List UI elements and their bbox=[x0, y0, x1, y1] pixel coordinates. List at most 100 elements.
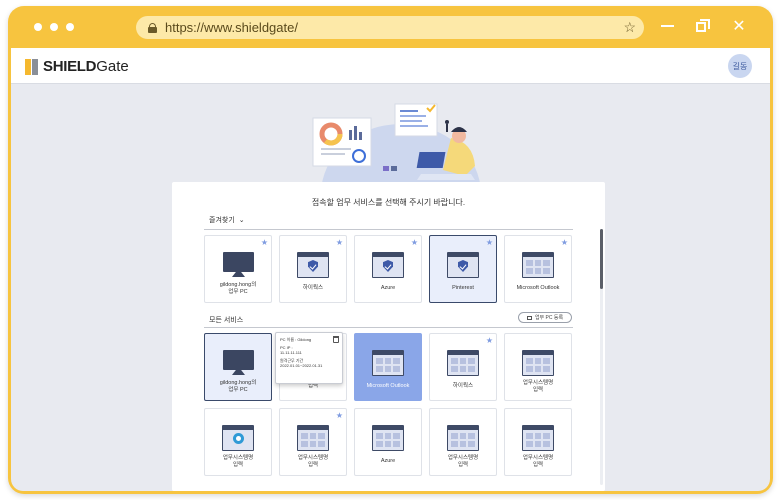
address-bar[interactable]: https://www.shieldgate/ ☆ bbox=[136, 16, 644, 39]
minimize-icon[interactable] bbox=[659, 18, 675, 34]
window-controls: ✕ bbox=[659, 18, 747, 35]
grid-icon bbox=[376, 358, 400, 372]
favorite-star-icon[interactable]: ★ bbox=[411, 238, 418, 247]
window-dot-icon[interactable] bbox=[50, 23, 58, 31]
all-services-label: 모든 서비스 bbox=[209, 317, 244, 324]
service-card[interactable]: 업무시스템명 입력 bbox=[504, 408, 572, 476]
grid-window-icon bbox=[522, 252, 554, 278]
service-card[interactable]: ★ Azure bbox=[354, 235, 422, 303]
window-dots bbox=[34, 23, 74, 31]
browser-window: https://www.shieldgate/ ☆ ✕ SHIELD Gate … bbox=[8, 6, 773, 494]
shield-icon bbox=[383, 260, 393, 272]
shield-window-icon bbox=[372, 252, 404, 278]
grid-icon bbox=[301, 433, 325, 447]
service-card-label: Microsoft Outlook bbox=[366, 383, 410, 389]
tooltip-pc-name: PC 이름 : Gildong bbox=[280, 337, 312, 342]
window-dot-icon[interactable] bbox=[66, 23, 74, 31]
service-card[interactable]: Microsoft Outlook bbox=[354, 333, 422, 401]
service-card[interactable]: 업무시스템명 입력 bbox=[204, 408, 272, 476]
service-card[interactable]: ★ Pinterest bbox=[429, 235, 497, 303]
monitor-icon bbox=[223, 350, 254, 370]
service-card-label: gildong.hong의 업무 PC bbox=[219, 380, 257, 393]
window-dot-icon[interactable] bbox=[34, 23, 42, 31]
register-pc-button[interactable]: 업무 PC 등록 bbox=[518, 312, 572, 323]
service-card-label: gildong.hong의 업무 PC bbox=[219, 282, 257, 295]
service-card[interactable]: ★ 업무시스템명 입력 bbox=[279, 408, 347, 476]
instruction-text: 접속할 업무 서비스를 선택해 주시기 바랍니다. bbox=[311, 198, 466, 207]
camera-window-icon bbox=[222, 425, 254, 451]
grid-window-icon bbox=[522, 350, 554, 376]
service-card-label: Microsoft Outlook bbox=[516, 285, 560, 291]
scrollbar-thumb[interactable] bbox=[600, 229, 603, 289]
grid-window-icon bbox=[372, 350, 404, 376]
url-text[interactable]: https://www.shieldgate/ bbox=[165, 20, 298, 35]
camera-icon bbox=[233, 433, 244, 444]
grid-icon bbox=[526, 358, 550, 372]
pc-info-tooltip: PC 이름 : Gildong PC IP : 11.11.11.111 원격근… bbox=[275, 332, 343, 384]
grid-icon bbox=[376, 433, 400, 447]
favorite-star-icon[interactable]: ★ bbox=[486, 336, 493, 345]
service-card-label: Pinterest bbox=[452, 285, 474, 291]
shield-icon bbox=[308, 260, 318, 272]
avatar[interactable]: 길동 bbox=[728, 54, 752, 78]
service-card[interactable]: ★ Microsoft Outlook bbox=[504, 235, 572, 303]
shield-window-icon bbox=[297, 252, 329, 278]
grid-icon bbox=[526, 260, 550, 274]
favorites-toggle[interactable]: 즐겨찾기 ⌄ bbox=[209, 215, 245, 225]
favorites-label: 즐겨찾기 bbox=[209, 217, 235, 224]
grid-icon bbox=[451, 433, 475, 447]
service-card-label: 업무시스템명 입력 bbox=[522, 455, 554, 468]
service-card-label: 업무시스템명 입력 bbox=[297, 455, 329, 468]
favorite-star-icon[interactable]: ★ bbox=[486, 238, 493, 247]
trash-icon[interactable] bbox=[333, 336, 339, 343]
chevron-down-icon: ⌄ bbox=[238, 217, 245, 224]
grid-icon bbox=[451, 358, 475, 372]
service-card[interactable]: ★ 하이웍스 bbox=[279, 235, 347, 303]
tooltip-period: 2022.01.01~2022.01.31 bbox=[280, 363, 323, 368]
service-card[interactable]: Azure bbox=[354, 408, 422, 476]
logo-rest-text: Gate bbox=[96, 58, 129, 75]
service-card[interactable]: ★ gildong.hong의 업무 PC bbox=[204, 235, 272, 303]
shield-window-icon bbox=[447, 252, 479, 278]
favorite-star-icon[interactable]: ★ bbox=[336, 238, 343, 247]
service-card-label: Azure bbox=[380, 458, 396, 464]
bookmark-star-icon[interactable]: ☆ bbox=[623, 19, 636, 36]
shieldgate-logo[interactable]: SHIELD Gate bbox=[25, 58, 129, 75]
service-card[interactable]: 업무시스템명 입력 bbox=[429, 408, 497, 476]
all-services-divider bbox=[204, 327, 573, 328]
grid-icon bbox=[526, 433, 550, 447]
service-card-label: 업무시스템명 입력 bbox=[522, 380, 554, 393]
monitor-icon bbox=[223, 252, 254, 272]
hero-illustration bbox=[312, 103, 481, 194]
register-pc-label: 업무 PC 등록 bbox=[534, 315, 564, 321]
browser-titlebar: https://www.shieldgate/ ☆ ✕ bbox=[8, 6, 773, 48]
favorite-star-icon[interactable]: ★ bbox=[561, 238, 568, 247]
grid-window-icon bbox=[372, 425, 404, 451]
close-icon[interactable]: ✕ bbox=[731, 18, 747, 35]
service-card-label: 하이웍스 bbox=[452, 383, 474, 389]
shield-icon bbox=[458, 260, 468, 272]
grid-window-icon bbox=[297, 425, 329, 451]
logo-mark-icon bbox=[25, 58, 39, 75]
grid-window-icon bbox=[447, 350, 479, 376]
tooltip-pc-ip: 11.11.11.111 bbox=[280, 350, 302, 355]
service-card[interactable]: ★ 하이웍스 bbox=[429, 333, 497, 401]
maximize-icon[interactable] bbox=[695, 18, 711, 34]
monitor-small-icon bbox=[526, 315, 532, 320]
service-card[interactable]: 업무시스템명 입력 bbox=[504, 333, 572, 401]
service-card-label: 하이웍스 bbox=[302, 285, 324, 291]
grid-window-icon bbox=[522, 425, 554, 451]
favorite-star-icon[interactable]: ★ bbox=[261, 238, 268, 247]
favorite-star-icon[interactable]: ★ bbox=[336, 411, 343, 420]
logo-bold-text: SHIELD bbox=[43, 58, 97, 75]
lock-icon bbox=[148, 22, 157, 33]
service-card[interactable]: gildong.hong의 업무 PC bbox=[204, 333, 272, 401]
favorites-divider bbox=[204, 229, 573, 230]
service-card-label: Azure bbox=[380, 285, 396, 291]
app-header: SHIELD Gate 길동 bbox=[11, 48, 770, 84]
service-card-label: 업무시스템명 입력 bbox=[447, 455, 479, 468]
service-card-label: 입력 bbox=[307, 383, 319, 389]
service-panel: 접속할 업무 서비스를 선택해 주시기 바랍니다. 즐겨찾기 ⌄ ★ gildon… bbox=[172, 182, 605, 491]
page-content: SHIELD Gate 길동 접속할 업무 서비스를 선택해 주시기 바랍니다.… bbox=[11, 48, 770, 491]
grid-window-icon bbox=[447, 425, 479, 451]
